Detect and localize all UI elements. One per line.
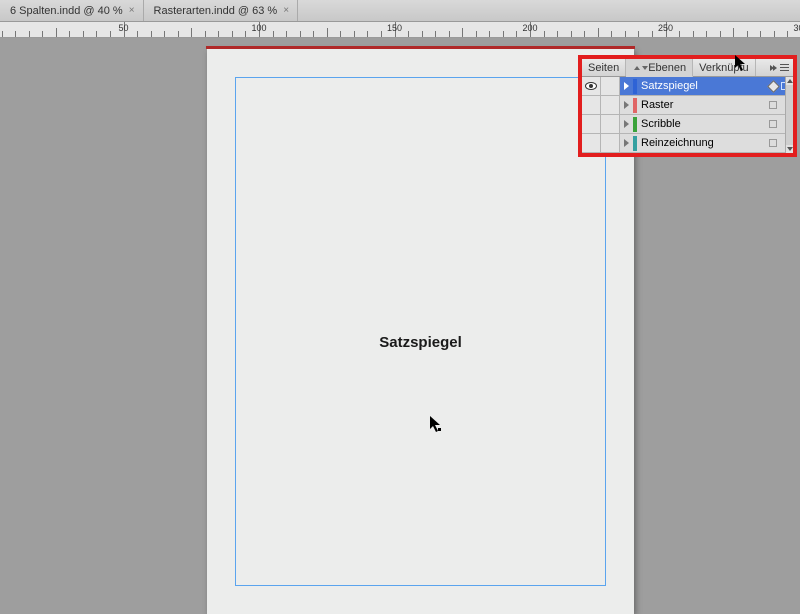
pen-target-icon [769,82,778,91]
document-tabstrip: 6 Spalten.indd @ 40 % × Rasterarten.indd… [0,0,800,22]
layer-color-swatch [633,136,637,151]
disclosure-triangle-icon[interactable] [624,82,629,90]
selection-square-icon[interactable] [769,139,777,147]
disclosure-triangle-icon[interactable] [624,139,629,147]
margin-frame [235,77,606,586]
collapse-panel-icon[interactable] [773,65,774,71]
layer-name-label: Satzspiegel [641,80,698,92]
layers-panel: Seiten Ebenen Verknüpfu Satzspiegel Raste… [578,55,797,157]
close-icon[interactable]: × [283,5,289,16]
layer-color-swatch [633,117,637,132]
ruler-tick-label: 50 [118,23,128,33]
layer-color-swatch [633,98,637,113]
lock-toggle[interactable] [601,77,620,95]
document-page[interactable]: Satzspiegel [207,49,634,614]
ruler-tick-label: 100 [251,23,266,33]
layer-row[interactable]: Reinzeichnung [582,134,793,153]
layer-row[interactable]: Scribble [582,115,793,134]
disclosure-triangle-icon[interactable] [624,101,629,109]
document-tab-2[interactable]: Rasterarten.indd @ 63 % × [144,0,299,21]
disclosure-triangle-icon[interactable] [624,120,629,128]
lock-toggle[interactable] [601,96,620,114]
visibility-toggle[interactable] [582,115,601,133]
layer-color-swatch [633,79,637,94]
layer-list: Satzspiegel Raster Scribble Reinzeichnung [582,77,793,153]
close-icon[interactable]: × [129,5,135,16]
panel-tab-verknupfungen[interactable]: Verknüpfu [693,59,756,76]
ruler-tick-label: 300 [793,23,800,33]
layer-row[interactable]: Satzspiegel [582,77,793,96]
panel-scrollbar[interactable] [785,77,793,153]
document-tab-1[interactable]: 6 Spalten.indd @ 40 % × [0,0,144,21]
layer-name-label: Raster [641,99,673,111]
ruler-tick-label: 150 [387,23,402,33]
page-text-label: Satzspiegel [379,334,462,351]
eye-icon [585,82,597,90]
ruler-tick-label: 250 [658,23,673,33]
scroll-down-icon[interactable] [786,145,793,153]
panel-tab-label: Seiten [588,62,619,74]
panel-tab-label: Verknüpfu [699,62,749,74]
document-tab-label: 6 Spalten.indd @ 40 % [10,5,123,17]
layer-name-label: Reinzeichnung [641,137,714,149]
lock-toggle[interactable] [601,134,620,152]
layer-row[interactable]: Raster [582,96,793,115]
horizontal-ruler[interactable]: 50 100 150 200 250 300 [0,22,800,38]
layer-name-label: Scribble [641,118,681,130]
scroll-up-icon[interactable] [786,77,793,85]
visibility-toggle[interactable] [582,96,601,114]
visibility-toggle[interactable] [582,77,601,95]
lock-toggle[interactable] [601,115,620,133]
visibility-toggle[interactable] [582,134,601,152]
panel-menu-icon[interactable] [780,64,789,71]
document-tab-label: Rasterarten.indd @ 63 % [154,5,278,17]
ruler-tick-label: 200 [522,23,537,33]
panel-tab-ebenen[interactable]: Ebenen [626,59,693,77]
panel-tab-label: Ebenen [648,62,686,74]
panel-tab-bar: Seiten Ebenen Verknüpfu [582,59,793,77]
panel-tab-seiten[interactable]: Seiten [582,59,626,76]
selection-square-icon[interactable] [769,120,777,128]
selection-square-icon[interactable] [769,101,777,109]
